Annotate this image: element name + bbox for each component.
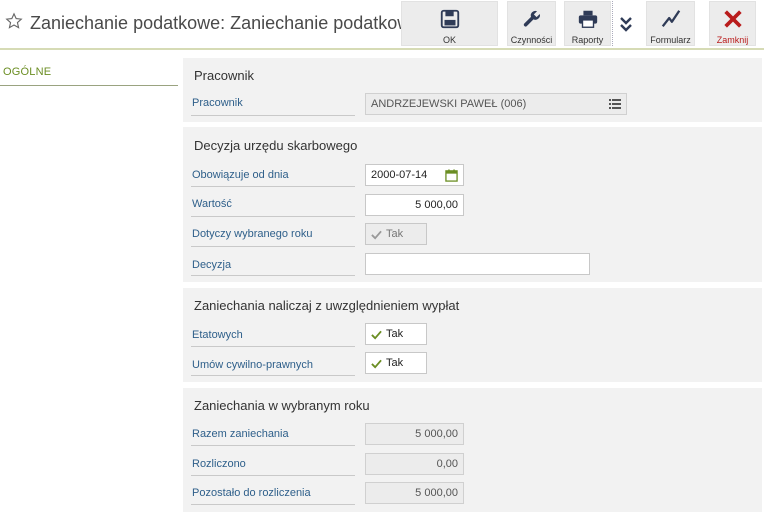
civil-contracts-value: Tak	[386, 357, 404, 369]
applies-year-value: Tak	[386, 228, 404, 240]
value-field[interactable]: 5 000,00	[365, 194, 464, 216]
signature-icon	[661, 10, 680, 28]
double-chevron-down-icon	[620, 17, 632, 32]
full-time-value: Tak	[386, 328, 404, 340]
tab-underline	[0, 85, 178, 86]
ok-button-label: OK	[442, 35, 456, 45]
full-time-label: Etatowych	[192, 329, 243, 341]
field-underline	[191, 216, 355, 217]
title-bar: Zaniechanie podatkowe: Zaniechanie podat…	[0, 0, 764, 50]
valid-from-date-field[interactable]: 2000-07-14	[365, 164, 464, 186]
checkmark-icon	[371, 330, 382, 340]
field-underline	[191, 186, 355, 187]
settled-label: Rozliczono	[192, 458, 246, 470]
more-menu-button[interactable]	[612, 1, 638, 46]
total-field: 5 000,00	[365, 423, 464, 445]
ok-button[interactable]: OK	[401, 1, 498, 46]
section-title: Zaniechania naliczaj z uwzględnieniem wy…	[194, 298, 460, 313]
applies-year-checkbox[interactable]: Tak	[365, 223, 427, 245]
title-underline	[0, 48, 764, 50]
list-icon[interactable]	[609, 99, 621, 109]
decision-field[interactable]	[365, 253, 590, 275]
actions-button[interactable]: Czynności	[507, 1, 556, 46]
settled-value: 0,00	[436, 458, 458, 470]
section-tax-decision: Decyzja urzędu skarbowego Obowiązuje od …	[183, 127, 762, 282]
checkmark-icon	[371, 359, 382, 369]
value-label: Wartość	[192, 198, 232, 210]
close-button-label: Zamknij	[716, 35, 749, 45]
field-underline	[191, 445, 355, 446]
section-title: Zaniechania w wybranym roku	[194, 398, 370, 413]
section-employee: Pracownik Pracownik ANDRZEJEWSKI PAWEŁ (…	[183, 58, 762, 122]
section-year-totals: Zaniechania w wybranym roku Razem zaniec…	[183, 388, 762, 512]
close-icon	[723, 10, 742, 28]
employee-label: Pracownik	[192, 97, 243, 109]
field-underline	[191, 375, 355, 376]
employee-field[interactable]: ANDRZEJEWSKI PAWEŁ (006)	[365, 93, 627, 115]
total-value: 5 000,00	[415, 428, 458, 440]
field-underline	[191, 504, 355, 505]
settled-field: 0,00	[365, 453, 464, 475]
wrench-icon	[523, 10, 540, 27]
value-value: 5 000,00	[415, 199, 458, 211]
field-underline	[191, 115, 355, 116]
printer-icon	[578, 10, 597, 28]
reports-button[interactable]: Raporty	[564, 1, 611, 46]
civil-contracts-label: Umów cywilno-prawnych	[192, 359, 314, 371]
total-label: Razem zaniechania	[192, 428, 289, 440]
form-button-label: Formularz	[650, 35, 691, 45]
valid-from-value: 2000-07-14	[371, 169, 428, 181]
field-underline	[191, 475, 355, 476]
tab-general[interactable]: OGÓLNE	[3, 66, 51, 78]
form-button[interactable]: Formularz	[646, 1, 695, 46]
actions-button-label: Czynności	[510, 35, 553, 45]
civil-contracts-checkbox[interactable]: Tak	[365, 352, 427, 374]
remaining-label: Pozostało do rozliczenia	[192, 487, 311, 499]
remaining-value: 5 000,00	[415, 487, 458, 499]
field-underline	[191, 346, 355, 347]
applies-year-label: Dotyczy wybranego roku	[192, 228, 313, 240]
section-title: Pracownik	[194, 68, 254, 83]
remaining-field: 5 000,00	[365, 482, 464, 504]
employee-value: ANDRZEJEWSKI PAWEŁ (006)	[371, 98, 527, 110]
field-underline	[191, 275, 355, 276]
reports-button-label: Raporty	[571, 35, 604, 45]
close-button[interactable]: Zamknij	[709, 1, 756, 46]
window-title: Zaniechanie podatkowe: Zaniechanie podat…	[30, 13, 421, 33]
section-calculation: Zaniechania naliczaj z uwzględnieniem wy…	[183, 288, 762, 382]
full-time-checkbox[interactable]: Tak	[365, 323, 427, 345]
save-icon	[440, 9, 459, 29]
valid-from-label: Obowiązuje od dnia	[192, 169, 289, 181]
section-title: Decyzja urzędu skarbowego	[194, 138, 358, 153]
field-underline	[191, 246, 355, 247]
favorite-star-icon[interactable]	[5, 12, 23, 30]
decision-label: Decyzja	[192, 259, 232, 271]
checkmark-icon	[371, 230, 382, 240]
calendar-icon[interactable]	[445, 168, 458, 182]
